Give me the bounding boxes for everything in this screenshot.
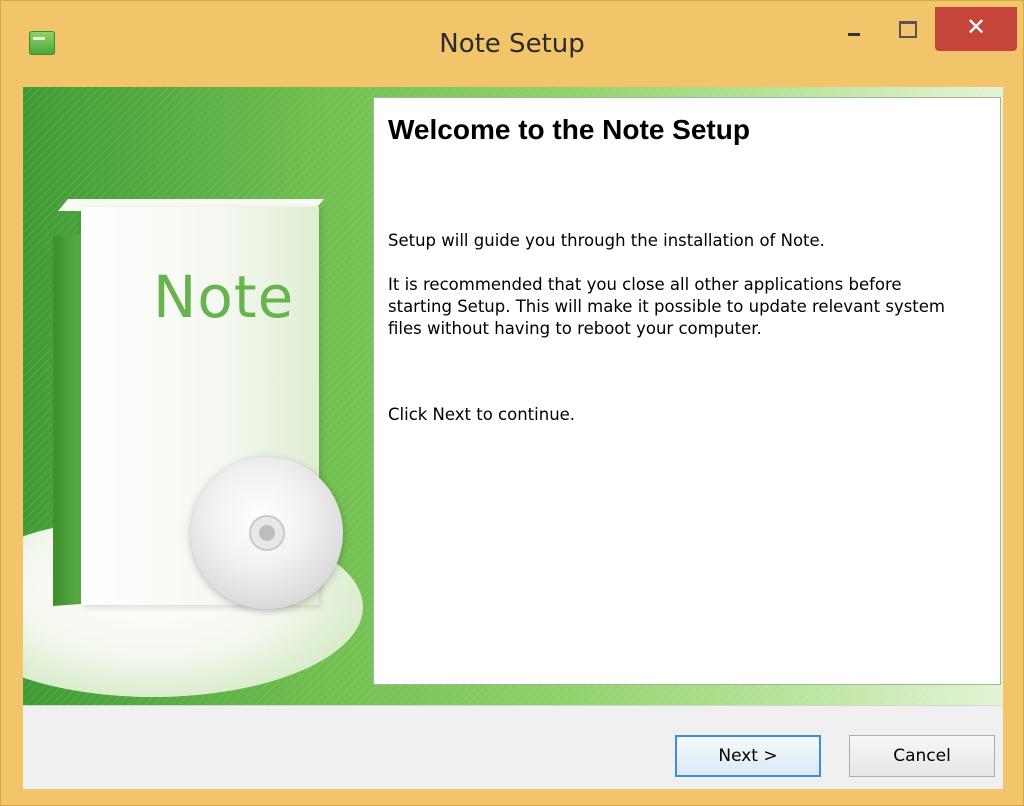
minimize-button[interactable] (831, 7, 877, 51)
cd-disc-icon (191, 457, 343, 609)
intro-text: Setup will guide you through the install… (388, 231, 825, 250)
welcome-panel: Welcome to the Note Setup Setup will gui… (373, 97, 1001, 685)
title-bar[interactable]: Note Setup ✕ (1, 1, 1023, 87)
product-box-side (53, 234, 81, 606)
maximize-button[interactable] (885, 7, 931, 51)
close-button[interactable]: ✕ (935, 7, 1017, 51)
welcome-heading: Welcome to the Note Setup (388, 114, 750, 145)
close-icon: ✕ (965, 13, 987, 41)
footer-separator (23, 705, 1003, 706)
continue-instruction: Click Next to continue. (388, 405, 576, 424)
recommendation-text: It is recommended that you close all oth… (388, 275, 946, 338)
product-box-brand: Note (153, 263, 295, 331)
wizard-body: Note Welcome to the Note Setup Setup wil… (23, 87, 1003, 789)
setup-window: Note Setup ✕ Note Welcome to the Note Se… (0, 0, 1024, 806)
next-button[interactable]: Next > (675, 735, 821, 777)
wizard-banner: Note Welcome to the Note Setup Setup wil… (23, 87, 1003, 705)
cancel-button[interactable]: Cancel (849, 735, 995, 777)
